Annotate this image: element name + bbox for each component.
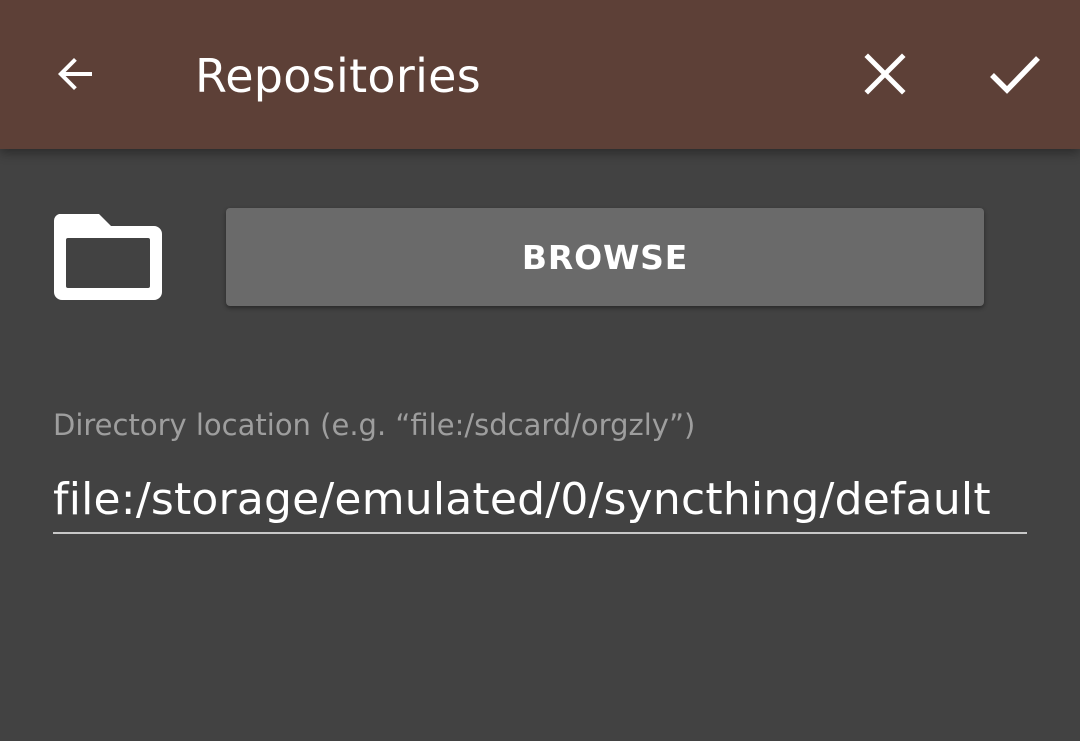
folder-icon bbox=[53, 212, 163, 302]
directory-location-input[interactable] bbox=[53, 466, 1027, 534]
browse-button[interactable]: BROWSE bbox=[226, 208, 984, 306]
save-button[interactable] bbox=[975, 34, 1055, 114]
app-toolbar: Repositories bbox=[0, 0, 1080, 149]
close-icon bbox=[864, 53, 906, 95]
back-button[interactable] bbox=[36, 34, 116, 114]
check-icon bbox=[990, 56, 1040, 94]
page-title: Repositories bbox=[195, 49, 482, 103]
repository-screen: Repositories BROWSE Directory location (… bbox=[0, 0, 1080, 741]
arrow-back-icon bbox=[58, 58, 92, 90]
cancel-button[interactable] bbox=[845, 34, 925, 114]
directory-location-label: Directory location (e.g. “file:/sdcard/o… bbox=[53, 408, 696, 442]
